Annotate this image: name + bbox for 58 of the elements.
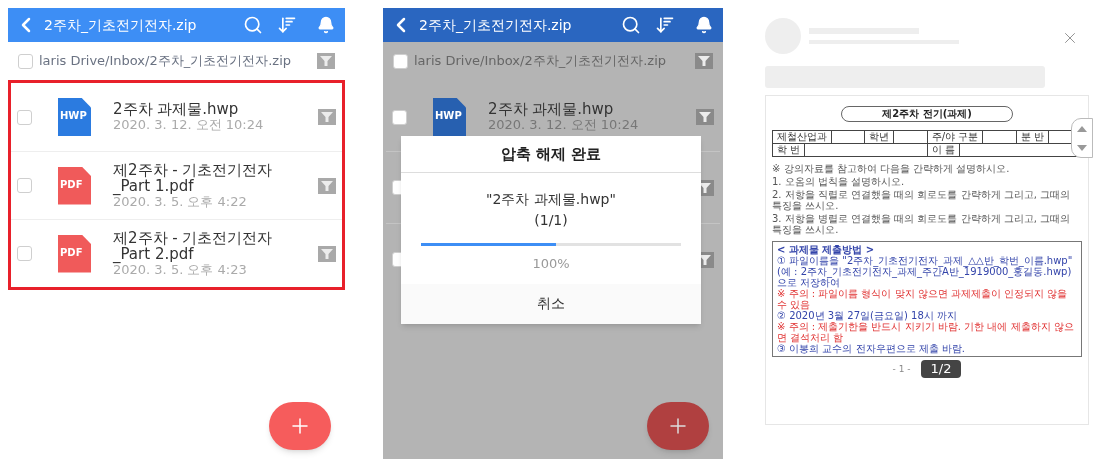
table-cell: 학년 <box>865 131 895 143</box>
checkbox[interactable] <box>17 109 32 125</box>
table-cell: 주/야 구분 <box>927 131 984 143</box>
sort-icon[interactable] <box>655 15 675 35</box>
file-row[interactable]: PDF 제2주차 - 기초전기전자 _Part 2.pdf 2020. 3. 5. 오후 4:23 <box>11 219 342 287</box>
checkbox[interactable] <box>392 109 407 125</box>
search-icon[interactable] <box>621 15 641 35</box>
file-name: 2주차 과제물.hwp <box>113 101 240 117</box>
header-title: 2주차_기초전기전자.zip <box>44 15 197 35</box>
table-cell: 학 번 <box>773 144 806 156</box>
table-cell: 이 름 <box>927 144 960 156</box>
down-triangle-icon[interactable] <box>1077 144 1087 151</box>
path-label: laris Drive/Inbox/2주차_기초전기전자.zip <box>414 52 668 71</box>
path-label: laris Drive/Inbox/2주차_기초전기전자.zip <box>39 52 293 71</box>
submission-line: ※ 주의 : 제출기한을 반드시 지키기 바람. 기한 내에 제출하지 않으면 결석처리 함 <box>777 321 1075 343</box>
submission-line: ② 2020년 3월 27일(금요일) 18시 까지 <box>777 310 958 321</box>
header-title: 2주차_기초전기전자.zip <box>419 15 572 35</box>
progress-percent: 100% <box>532 255 570 273</box>
file-date: 2020. 3. 5. 오후 4:23 <box>113 261 248 278</box>
file-date: 2020. 3. 5. 오후 4:22 <box>113 193 248 210</box>
checkbox[interactable] <box>393 53 408 69</box>
file-row[interactable]: PDF 제2주차 - 기초전기전자 _Part 1.pdf 2020. 3. 5. 오후 4:22 <box>11 151 342 219</box>
up-triangle-icon[interactable] <box>1077 125 1087 132</box>
table-cell: 분 반 <box>1016 131 1049 143</box>
checkbox[interactable] <box>17 246 32 261</box>
cancel-button[interactable]: 취소 <box>401 283 701 324</box>
dialog-count: (1/1) <box>534 211 568 230</box>
file-type-icon: PDF <box>58 234 91 273</box>
file-row[interactable]: HWP 2주차 과제물.hwp 2020. 3. 12. 오전 10:24 <box>11 83 342 151</box>
file-type-icon: PDF <box>58 166 91 205</box>
page-badge: 1/2 <box>920 360 962 378</box>
page-scroll-control[interactable] <box>1071 118 1093 158</box>
dialog-file-name: "2주차 과제물.hwp" <box>486 190 616 209</box>
instruction-text: 1. 오옴의 법칙을 설명하시오. <box>772 176 906 187</box>
submission-line: ※ 주의 : 파일이름 형식이 맞지 않으면 과제제출이 인정되지 않을 수 있음 <box>777 288 1069 310</box>
instruction-text: ※ 강의자료를 참고하여 다음을 간략하게 설명하시오. <box>772 163 1011 174</box>
checkbox[interactable] <box>17 178 32 193</box>
table-cell: 제철산업과 <box>773 131 832 143</box>
instruction-text: 2. 저항을 직렬로 연결했을 때의 회로도를 간략하게 그리고, 그때의 특징을 쓰시오. <box>772 189 1072 211</box>
file-name: 제2주차 - 기초전기전자 _Part 2.pdf <box>113 229 274 262</box>
bell-icon[interactable] <box>317 16 335 34</box>
file-name: 제2주차 - 기초전기전자 _Part 1.pdf <box>113 161 274 194</box>
file-date: 2020. 3. 12. 오전 10:24 <box>488 117 640 133</box>
search-icon[interactable] <box>243 15 263 35</box>
submission-line: ① 파일이름을 "2주차_기초전기전자_과제_△△반_학번_이름.hwp" <box>777 255 1074 266</box>
dialog-title: 압축 해제 완료 <box>500 143 602 165</box>
instruction-text: 3. 저항을 병렬로 연결했을 때의 회로도를 간략하게 그리고, 그때의 특징을 쓰시오. <box>772 213 1072 235</box>
sort-icon[interactable] <box>277 15 297 35</box>
bell-icon[interactable] <box>695 16 713 34</box>
page-number: - 1 - <box>892 364 911 374</box>
checkbox[interactable] <box>18 53 33 69</box>
file-date: 2020. 3. 12. 오전 10:24 <box>113 117 265 133</box>
submission-heading: < 과제물 제출방법 > <box>777 244 876 255</box>
submission-line: ③ 이봉희 교수의 전자우편으로 제출 바람. <box>777 343 967 354</box>
file-type-icon: HWP <box>58 98 91 136</box>
submission-line: (예 : 2주차_기초전기전자_과제_주간A반_1919000_홍길동.hwp)으로 저장하여 <box>777 266 1073 288</box>
file-name: 2주차 과제물.hwp <box>488 101 615 117</box>
file-type-icon: HWP <box>433 98 466 136</box>
